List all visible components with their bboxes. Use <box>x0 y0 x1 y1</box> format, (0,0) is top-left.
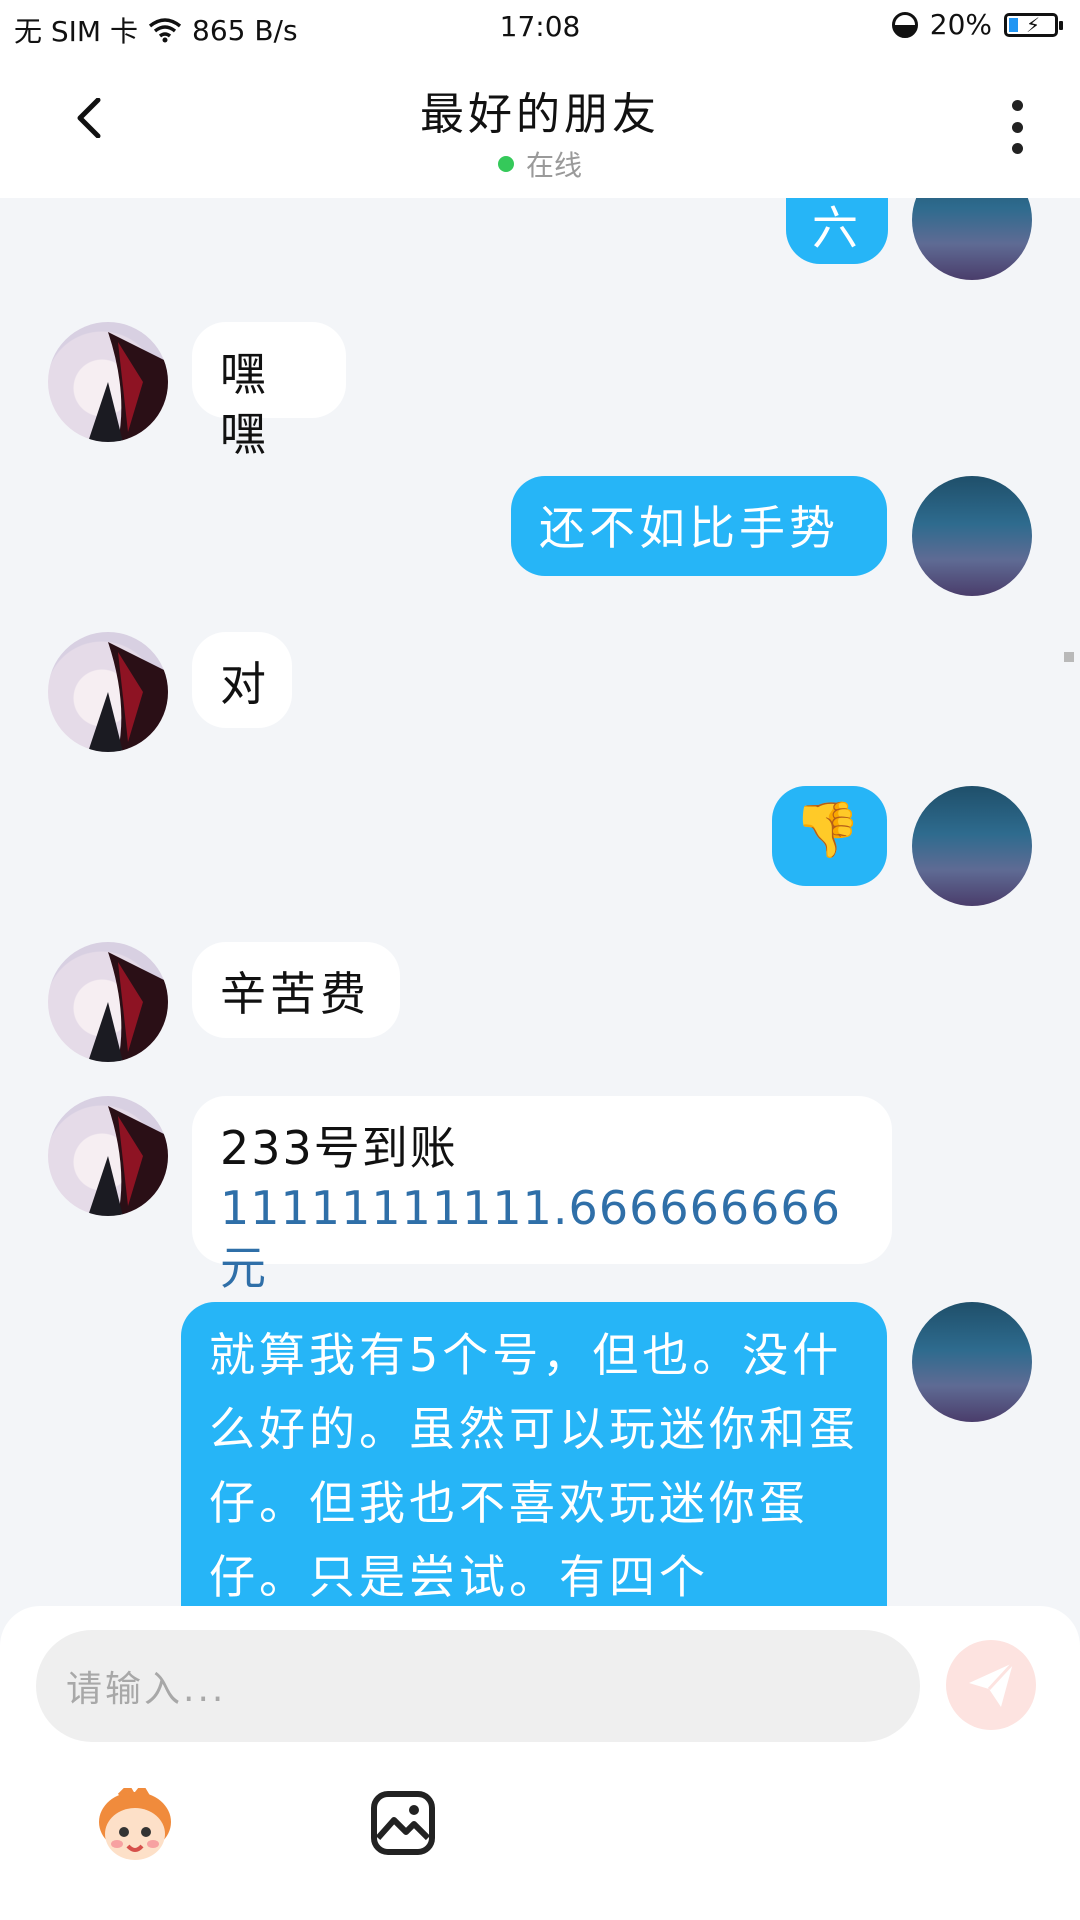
avatar-art <box>88 1106 168 1216</box>
my-avatar[interactable] <box>912 1302 1032 1422</box>
my-avatar[interactable] <box>912 198 1032 280</box>
chat-header: 最好的朋友 在线 <box>0 56 1080 198</box>
message-bubble-received[interactable]: 对 <box>192 632 292 728</box>
message-bubble-received[interactable]: 嘿嘿 <box>192 322 346 461</box>
message-bubble-sent[interactable]: 就算我有5个号，但也。没什么好的。虽然可以玩迷你和蛋仔。但我也不喜欢玩迷你蛋仔。… <box>181 1302 887 1606</box>
message-input-placeholder: 请输入... <box>66 1669 227 1710</box>
message-input[interactable]: 请输入... <box>36 1630 920 1742</box>
more-options-icon[interactable] <box>1009 100 1025 154</box>
avatar-art <box>88 642 168 752</box>
do-not-disturb-icon <box>891 11 918 38</box>
message-text: 对 <box>220 657 270 711</box>
message-text: 还不如比手势 <box>539 501 839 555</box>
message-amount: 11111111111.666666666元 <box>220 1178 864 1298</box>
friend-avatar[interactable] <box>48 942 168 1062</box>
image-icon[interactable] <box>370 1790 436 1856</box>
friend-avatar[interactable] <box>48 632 168 752</box>
message-list[interactable]: 六 嘿嘿 还不如比手势 对 👎 辛苦费 233号到账 11111111111.6… <box>0 198 1080 1606</box>
friend-avatar[interactable] <box>48 1096 168 1216</box>
send-icon <box>969 1661 1015 1707</box>
online-status: 在线 <box>0 144 1080 184</box>
message-text: 六 <box>812 201 862 255</box>
message-text: 就算我有5个号，但也。没什么好的。虽然可以玩迷你和蛋仔。但我也不喜欢玩迷你蛋仔。… <box>209 1328 859 1604</box>
input-panel: 请输入... <box>0 1606 1080 1920</box>
my-avatar[interactable] <box>912 786 1032 906</box>
message-bubble-received[interactable]: 辛苦费 <box>192 942 400 1038</box>
message-text: 嘿嘿 <box>220 347 270 461</box>
message-bubble-received[interactable]: 233号到账 11111111111.666666666元 <box>192 1096 892 1295</box>
send-button[interactable] <box>946 1640 1036 1730</box>
thumbs-down-emoji: 👎 <box>793 798 866 861</box>
message-amount-text: 11111111111.666666666元 <box>220 1181 841 1295</box>
status-right: 20% ⚡ <box>891 8 1063 41</box>
friend-avatar[interactable] <box>48 322 168 442</box>
chat-title: 最好的朋友 <box>420 89 660 140</box>
message-bubble-sent[interactable]: 👎 <box>772 786 887 886</box>
avatar-art <box>88 332 168 442</box>
battery-icon: ⚡ <box>1004 12 1063 37</box>
status-bar: 无 SIM 卡 865 B/s 17:08 20% ⚡ <box>0 0 1080 56</box>
emoji-sticker-icon[interactable] <box>90 1788 180 1868</box>
message-bubble-sent[interactable]: 还不如比手势 <box>511 476 887 576</box>
online-status-label: 在线 <box>525 149 582 182</box>
my-avatar[interactable] <box>912 476 1032 596</box>
message-bubble-sent[interactable]: 六 <box>786 198 888 264</box>
battery-percent: 20% <box>929 8 992 41</box>
scroll-indicator[interactable] <box>1064 652 1074 662</box>
online-dot-icon <box>497 156 514 172</box>
message-text-line: 233号到账 <box>220 1121 458 1175</box>
avatar-art <box>88 952 168 1062</box>
message-text: 辛苦费 <box>220 967 370 1021</box>
